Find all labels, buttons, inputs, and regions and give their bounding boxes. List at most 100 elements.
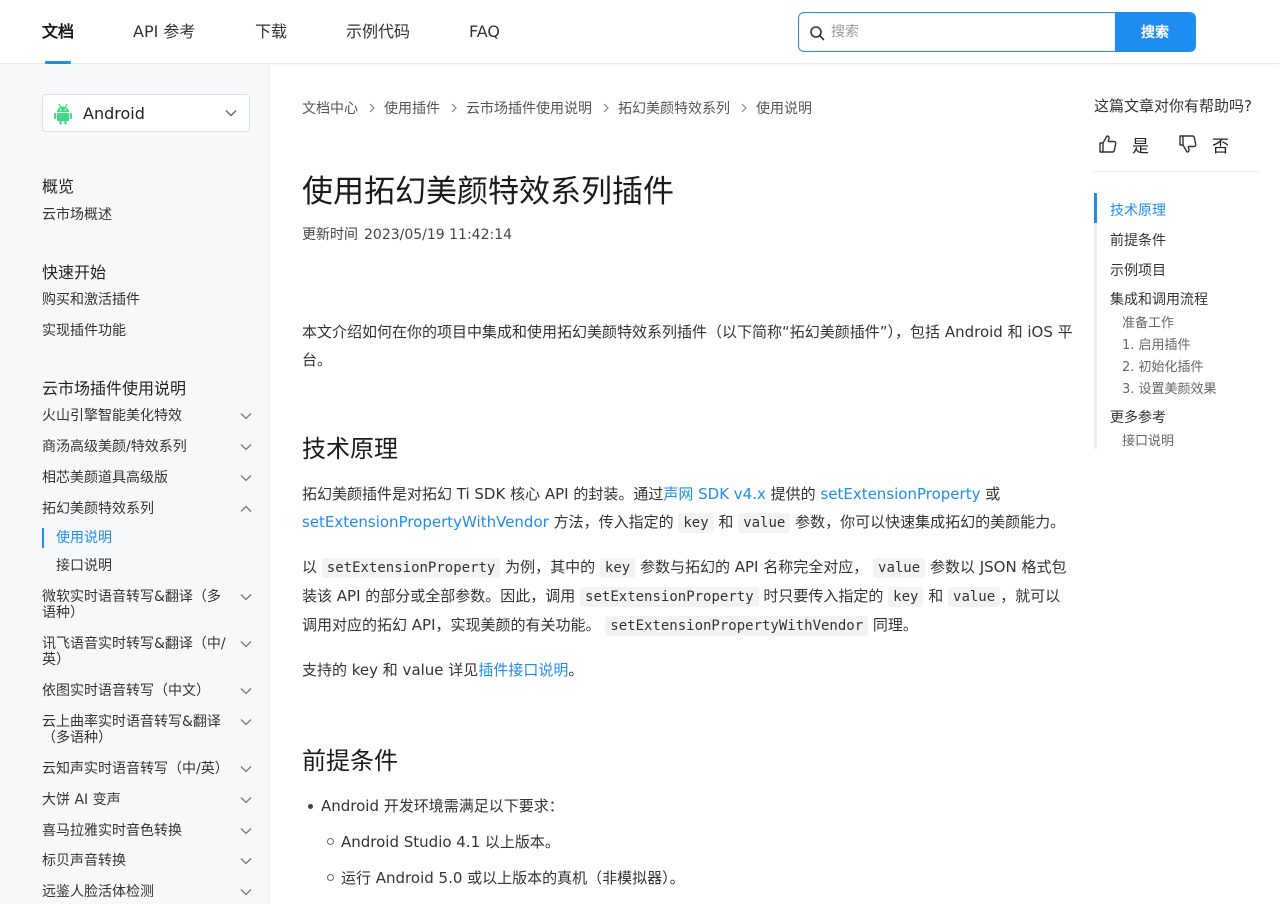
- sidebar-item-microsoft[interactable]: 微软实时语音转写&翻译（多语种）: [42, 589, 252, 621]
- inline-code: key: [888, 587, 924, 607]
- chevron-down-icon: [240, 444, 252, 451]
- platform-select[interactable]: Android: [42, 94, 250, 132]
- update-time: 更新时间 2023/05/19 11:42:14: [302, 227, 513, 243]
- inline-code: value: [948, 587, 1001, 607]
- toc-item-principle[interactable]: 技术原理: [1110, 200, 1166, 220]
- toc-item-integration[interactable]: 集成和调用流程: [1110, 289, 1208, 309]
- search-icon: [810, 26, 825, 41]
- toc-subitem-api[interactable]: 接口说明: [1122, 430, 1174, 449]
- bullet-ring: [327, 874, 334, 881]
- chevron-down-icon: [240, 641, 252, 648]
- section-heading-prerequisites: 前提条件: [302, 747, 398, 775]
- breadcrumb-item[interactable]: 云市场插件使用说明: [466, 98, 592, 118]
- chevron-down-icon: [240, 688, 252, 695]
- toc-item-prerequisites[interactable]: 前提条件: [1110, 230, 1166, 250]
- helpful-question: 这篇文章对你有帮助吗?: [1094, 97, 1252, 115]
- chevron-down-icon: [240, 594, 252, 601]
- sidebar-item-sensetime[interactable]: 商汤高级美颜/特效系列: [42, 439, 252, 455]
- chevron-down-icon: [240, 828, 252, 835]
- toc-item-sample-project[interactable]: 示例项目: [1110, 260, 1166, 280]
- inline-code: key: [678, 513, 714, 533]
- thumbs-up-icon: [1099, 135, 1117, 153]
- chevron-down-icon: [240, 858, 252, 865]
- inline-code: setExtensionProperty: [580, 587, 759, 607]
- sidebar-item-yitu[interactable]: 依图实时语音转写（中文）: [42, 683, 252, 699]
- chevron-right-icon: [451, 103, 457, 113]
- list-item: Android Studio 4.1 以上版本。: [327, 832, 560, 852]
- chevron-down-icon: [240, 766, 252, 773]
- sidebar-item-volcengine[interactable]: 火山引擎智能美化特效: [42, 408, 252, 424]
- sidebar-item-faceunity[interactable]: 相芯美颜道具高级版: [42, 470, 252, 486]
- chevron-up-icon: [240, 505, 252, 512]
- section-heading-principle: 技术原理: [302, 435, 398, 463]
- breadcrumb-item[interactable]: 拓幻美颜特效系列: [618, 98, 730, 118]
- search-box: 搜索: [798, 12, 1196, 52]
- chevron-down-icon: [240, 413, 252, 420]
- toc-active-indicator: [1094, 193, 1097, 223]
- toc-subitem-init[interactable]: 2. 初始化插件: [1122, 356, 1204, 375]
- platform-label: Android: [83, 104, 145, 123]
- sidebar-item-market-overview[interactable]: 云市场概述: [42, 207, 252, 223]
- chevron-right-icon: [369, 103, 375, 113]
- sidebar-item-tuohuan[interactable]: 拓幻美颜特效系列: [42, 501, 252, 517]
- page-title: 使用拓幻美颜特效系列插件: [302, 174, 674, 210]
- set-extension-property-link[interactable]: setExtensionProperty: [820, 485, 980, 503]
- nav-tab-download[interactable]: 下载: [255, 0, 287, 64]
- principle-paragraph-2: 以 setExtensionProperty 为例，其中的 key 参数与拓幻的…: [302, 558, 1067, 636]
- toc-subitem-enable[interactable]: 1. 启用插件: [1122, 334, 1191, 353]
- breadcrumb-item[interactable]: 文档中心: [302, 98, 358, 118]
- chevron-down-icon: [225, 110, 237, 117]
- sidebar-item-yunshangqulv[interactable]: 云上曲率实时语音转写&翻译（多语种）: [42, 714, 252, 746]
- sidebar-item-implement[interactable]: 实现插件功能: [42, 323, 252, 339]
- chevron-right-icon: [603, 103, 609, 113]
- bullet-ring: [327, 838, 334, 845]
- toc-divider: [1094, 171, 1258, 172]
- list-item: Android 开发环境需满足以下要求：: [308, 796, 564, 816]
- inline-code: value: [738, 513, 791, 533]
- sidebar-item-purchase[interactable]: 购买和激活插件: [42, 292, 252, 308]
- breadcrumb-item-current: 使用说明: [756, 101, 812, 117]
- sidebar-subitem-usage[interactable]: 使用说明: [42, 528, 252, 548]
- top-navigation: 文档 API 参考 下载 示例代码 FAQ 搜索: [0, 0, 1280, 64]
- inline-code: key: [599, 558, 636, 578]
- nav-tab-docs[interactable]: 文档: [42, 0, 74, 64]
- nav-tab-sample-code[interactable]: 示例代码: [346, 0, 410, 64]
- search-button[interactable]: 搜索: [1115, 13, 1195, 51]
- toc-track: [1094, 193, 1097, 449]
- chevron-down-icon: [240, 797, 252, 804]
- sidebar-heading-plugin-usage: 云市场插件使用说明: [42, 379, 187, 398]
- toc-subitem-preparation[interactable]: 准备工作: [1122, 312, 1174, 331]
- nav-tab-api[interactable]: API 参考: [133, 0, 195, 64]
- nav-tab-faq[interactable]: FAQ: [469, 0, 500, 64]
- inline-code: setExtensionPropertyWithVendor: [605, 616, 869, 636]
- list-item: 运行 Android 5.0 或以上版本的真机（非模拟器）。: [327, 868, 685, 888]
- chevron-down-icon: [240, 889, 252, 896]
- sidebar-item-biaobei[interactable]: 标贝声音转换: [42, 853, 252, 869]
- toc-item-more[interactable]: 更多参考: [1110, 407, 1166, 427]
- sdk-link[interactable]: 声网 SDK v4.x: [663, 485, 766, 503]
- search-input[interactable]: [831, 13, 1113, 51]
- chevron-down-icon: [240, 719, 252, 726]
- toc-subitem-set-effect[interactable]: 3. 设置美颜效果: [1122, 378, 1217, 397]
- thumbs-down-icon: [1179, 135, 1197, 153]
- sidebar-item-ximalaya[interactable]: 喜马拉雅实时音色转换: [42, 823, 252, 839]
- sidebar-heading-quickstart: 快速开始: [42, 263, 107, 282]
- inline-code: setExtensionProperty: [321, 558, 501, 578]
- inline-code: value: [873, 558, 926, 578]
- sidebar-item-yuanjian[interactable]: 远鉴人脸活体检测: [42, 884, 252, 900]
- plugin-api-link[interactable]: 插件接口说明: [478, 661, 568, 679]
- sidebar-heading-overview: 概览: [42, 177, 75, 196]
- android-icon: [54, 103, 72, 125]
- intro-paragraph: 本文介绍如何在你的项目中集成和使用拓幻美颜特效系列插件（以下简称“拓幻美颜插件”…: [302, 323, 1073, 369]
- sidebar-item-dabing[interactable]: 大饼 AI 变声: [42, 792, 252, 808]
- breadcrumb: 文档中心 使用插件 云市场插件使用说明 拓幻美颜特效系列 使用说明: [302, 98, 812, 118]
- breadcrumb-item[interactable]: 使用插件: [384, 98, 440, 118]
- chevron-down-icon: [240, 475, 252, 482]
- principle-paragraph-3: 支持的 key 和 value 详见插件接口说明。: [302, 661, 584, 679]
- chevron-right-icon: [741, 103, 747, 113]
- set-extension-property-vendor-link[interactable]: setExtensionPropertyWithVendor: [302, 513, 549, 531]
- sidebar-subitem-api[interactable]: 接口说明: [42, 556, 252, 576]
- sidebar-item-unisound[interactable]: 云知声实时语音转写（中/英）: [42, 761, 252, 777]
- sidebar-item-iflytek[interactable]: 讯飞语音实时转写&翻译（中/英）: [42, 636, 252, 668]
- principle-paragraph-1: 拓幻美颜插件是对拓幻 Ti SDK 核心 API 的封装。通过声网 SDK v4…: [302, 485, 1066, 533]
